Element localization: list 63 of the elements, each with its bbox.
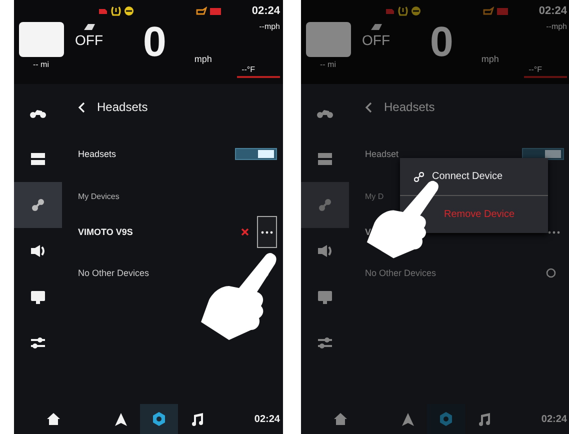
settings-icon — [152, 412, 166, 426]
odometer-reading: -- mi — [33, 60, 49, 69]
toggle-label: Headsets — [78, 149, 116, 159]
headsets-toggle[interactable] — [522, 148, 564, 160]
display-icon — [31, 290, 45, 304]
sliders-icon — [318, 337, 332, 349]
section-heading: My D — [365, 192, 385, 203]
odometer-reading: -- mi — [320, 60, 336, 69]
card-icon — [318, 153, 332, 165]
link-icon — [31, 198, 45, 212]
sliders-icon — [31, 337, 45, 349]
engine-state: OFF — [362, 32, 390, 48]
more-dots-icon — [548, 230, 560, 234]
clock-time: 02:24 — [252, 5, 280, 17]
card-icon — [31, 153, 45, 165]
speaker-icon — [31, 245, 45, 257]
section-heading: My Devices — [78, 192, 120, 203]
tire-pressure-icon — [398, 6, 408, 16]
refresh-circle-icon[interactable] — [546, 268, 556, 278]
headsets-toggle[interactable] — [235, 148, 277, 160]
temperature-reading: --°F — [524, 65, 567, 78]
clock-time: 02:24 — [541, 414, 567, 424]
average-speed: --mph — [259, 22, 280, 31]
music-icon — [191, 412, 203, 426]
clock-time: 02:24 — [538, 5, 567, 17]
remove-x-icon[interactable] — [241, 228, 249, 236]
speed-unit: mph — [481, 54, 499, 64]
device-name: VIMOTO V9S — [78, 227, 133, 237]
device-name: V — [365, 227, 372, 237]
speaker-icon — [318, 245, 332, 257]
motorcycle-icon — [317, 107, 333, 119]
speed-unit: mph — [194, 54, 212, 64]
navigation-arrow-icon — [402, 412, 414, 426]
settings-icon — [439, 412, 453, 426]
page-title: Headsets — [97, 100, 148, 114]
home-icon — [46, 413, 60, 425]
link-icon — [414, 172, 424, 182]
empty-list-text: No Other Devices — [365, 268, 436, 278]
warning-light-icon — [124, 6, 134, 16]
motorcycle-icon — [30, 107, 46, 119]
engine-state: OFF — [75, 32, 103, 48]
tire-pressure-icon — [111, 6, 121, 16]
empty-list-text: No Other Devices — [78, 268, 150, 278]
menu-item[interactable]: Connect Device — [400, 158, 548, 195]
toggle-label: Headset — [365, 149, 399, 159]
speed-reading: 0 — [143, 22, 166, 67]
clock-time: 02:24 — [254, 414, 280, 424]
home-icon — [334, 413, 346, 425]
temperature-reading: --°F — [236, 65, 280, 78]
warning-light-icon — [411, 6, 421, 16]
link-icon — [318, 198, 332, 212]
more-options-button[interactable] — [257, 216, 277, 248]
fuel-gauge-panel — [306, 22, 350, 57]
fuel-gauge-panel — [18, 22, 64, 57]
display-icon — [318, 290, 332, 304]
back-chevron-icon[interactable] — [78, 102, 85, 112]
average-speed: --mph — [546, 22, 567, 31]
navigation-arrow-icon — [115, 412, 127, 426]
more-dots-icon — [261, 230, 273, 234]
page-title: Headsets — [384, 100, 435, 114]
music-icon — [478, 412, 490, 426]
sidebar-item[interactable] — [14, 182, 62, 228]
speed-reading: 0 — [430, 22, 454, 67]
